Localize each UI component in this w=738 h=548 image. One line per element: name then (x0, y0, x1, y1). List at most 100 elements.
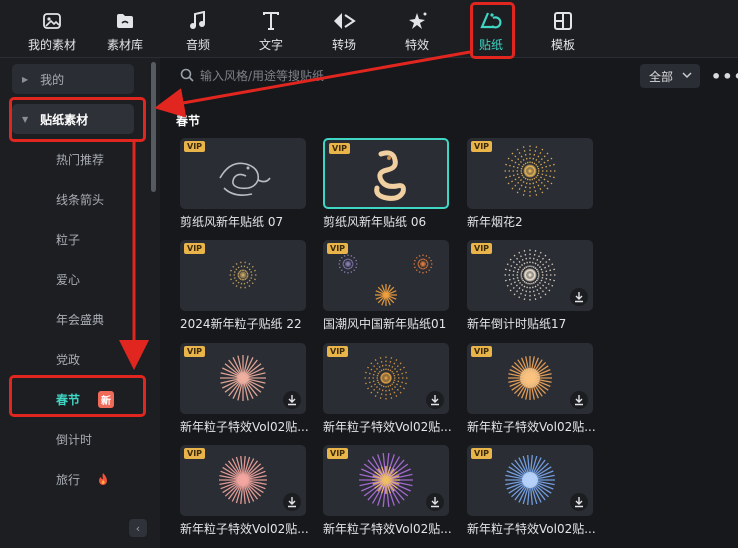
tab-label: 我的素材 (27, 38, 76, 52)
highlight-box-stickers-tab (470, 2, 515, 59)
highlight-box-sticker-assets (9, 97, 146, 142)
tab-template[interactable]: 模板 (543, 0, 583, 58)
section-title: 春节 (176, 114, 201, 128)
sticker-card[interactable]: VIP (467, 138, 593, 209)
text-icon (263, 12, 279, 30)
download-icon (575, 395, 583, 406)
fire-icon (99, 473, 108, 485)
sticker-card[interactable]: VIP (467, 343, 593, 414)
my-assets-icon (43, 13, 61, 29)
sidebar-item-label: 线条箭头 (56, 192, 105, 207)
sidebar-item-label: 倒计时 (56, 432, 93, 447)
sidebar-item-love[interactable]: 爱心 (12, 264, 134, 294)
vip-badge: VIP (184, 243, 206, 254)
collapse-sidebar-button[interactable]: ‹ (129, 519, 147, 537)
caret-right-icon: ▶ (22, 74, 29, 84)
vip-badge: VIP (184, 346, 206, 357)
sticker-card-title: 剪纸风新年贴纸 07 (180, 215, 284, 229)
sidebar-item-annual-gala[interactable]: 年会盛典 (12, 304, 134, 334)
sticker-card[interactable]: VIP (323, 343, 449, 414)
sticker-card-title: 新年粒子特效Vol02贴... (180, 522, 309, 536)
sticker-card-title: 新年粒子特效Vol02贴... (323, 420, 452, 434)
sticker-card-title: 2024新年粒子贴纸 22 (180, 317, 302, 331)
chevron-down-icon (682, 72, 692, 79)
sticker-card[interactable]: VIP (467, 240, 593, 311)
more-options-button[interactable]: ••• (711, 67, 738, 86)
tab-label: 素材库 (106, 38, 143, 52)
sticker-card[interactable]: VIP (323, 138, 449, 209)
tab-label: 模板 (550, 38, 575, 52)
sidebar-item-travel[interactable]: 旅行 (12, 464, 134, 494)
tab-label: 音频 (185, 38, 210, 52)
filter-dropdown[interactable]: 全部 (640, 64, 700, 88)
sticker-card[interactable]: VIP (180, 138, 306, 209)
highlight-box-spring-festival (9, 375, 146, 417)
search-bar: 全部 ••• (168, 62, 738, 90)
download-button[interactable] (570, 288, 588, 306)
sticker-card-title: 新年烟花2 (467, 215, 523, 229)
download-button[interactable] (570, 493, 588, 511)
library-icon (117, 14, 133, 28)
vip-badge: VIP (184, 141, 206, 152)
tab-label: 文字 (258, 38, 283, 52)
download-button[interactable] (570, 391, 588, 409)
tab-audio[interactable]: 音频 (178, 0, 218, 58)
sticker-card[interactable]: VIP (467, 445, 593, 516)
sticker-card-title: 剪纸风新年贴纸 06 (323, 215, 427, 229)
sticker-card-title: 新年粒子特效Vol02贴... (323, 522, 452, 536)
sticker-card[interactable]: VIP (323, 445, 449, 516)
sidebar-item-particles[interactable]: 粒子 (12, 224, 134, 254)
sidebar-item-label: 爱心 (56, 272, 81, 287)
sidebar-item-countdown[interactable]: 倒计时 (12, 424, 134, 454)
sidebar-scrollbar[interactable] (151, 62, 156, 192)
sticker-card[interactable]: VIP (323, 240, 449, 311)
effects-icon (409, 12, 427, 29)
sticker-card-title: 新年粒子特效Vol02贴... (467, 522, 596, 536)
download-icon (431, 395, 439, 406)
vip-badge: VIP (471, 243, 493, 254)
vip-badge: VIP (329, 143, 351, 154)
sticker-card-title: 新年倒计时贴纸17 (467, 317, 567, 331)
sticker-card-title: 新年粒子特效Vol02贴... (180, 420, 309, 434)
vip-badge: VIP (327, 448, 349, 459)
tab-text[interactable]: 文字 (251, 0, 291, 58)
sidebar-item-hot[interactable]: 热门推荐 (12, 144, 134, 174)
chevron-left-icon: ‹ (135, 521, 141, 535)
vip-badge: VIP (327, 243, 349, 254)
more-dots-icon: ••• (711, 67, 738, 86)
download-button[interactable] (283, 391, 301, 409)
sidebar-item-party[interactable]: 党政 (12, 344, 134, 374)
vip-badge: VIP (471, 346, 493, 357)
sticker-card[interactable]: VIP (180, 445, 306, 516)
vip-badge: VIP (471, 141, 493, 152)
sticker-card-title: 国潮风中国新年贴纸01 (323, 317, 447, 331)
download-icon (288, 497, 296, 508)
tab-transition[interactable]: 转场 (324, 0, 364, 58)
search-icon (180, 68, 194, 82)
download-icon (431, 497, 439, 508)
download-icon (288, 395, 296, 406)
tab-my-assets[interactable]: 我的素材 (22, 0, 82, 58)
download-button[interactable] (283, 493, 301, 511)
vip-badge: VIP (184, 448, 206, 459)
tab-effects[interactable]: 特效 (397, 0, 437, 58)
sticker-card[interactable]: VIP (180, 240, 306, 311)
sticker-card[interactable]: VIP (180, 343, 306, 414)
sidebar-item-mine[interactable]: ▶ 我的 (12, 64, 134, 94)
tab-label: 转场 (331, 38, 356, 52)
download-icon (575, 292, 583, 303)
download-button[interactable] (426, 391, 444, 409)
tab-library[interactable]: 素材库 (100, 0, 150, 58)
sidebar-item-label: 党政 (56, 352, 81, 367)
sidebar-item-lines-arrows[interactable]: 线条箭头 (12, 184, 134, 214)
music-note-icon (190, 11, 205, 29)
sidebar-item-label: 年会盛典 (56, 312, 105, 327)
download-button[interactable] (426, 493, 444, 511)
search-input[interactable] (200, 65, 580, 87)
filter-selected-label: 全部 (649, 69, 674, 84)
sidebar-item-label: 我的 (40, 72, 65, 87)
sidebar-item-label: 旅行 (56, 472, 81, 487)
template-icon (554, 12, 572, 30)
vip-badge: VIP (327, 346, 349, 357)
sticker-card-title: 新年粒子特效Vol02贴... (467, 420, 596, 434)
